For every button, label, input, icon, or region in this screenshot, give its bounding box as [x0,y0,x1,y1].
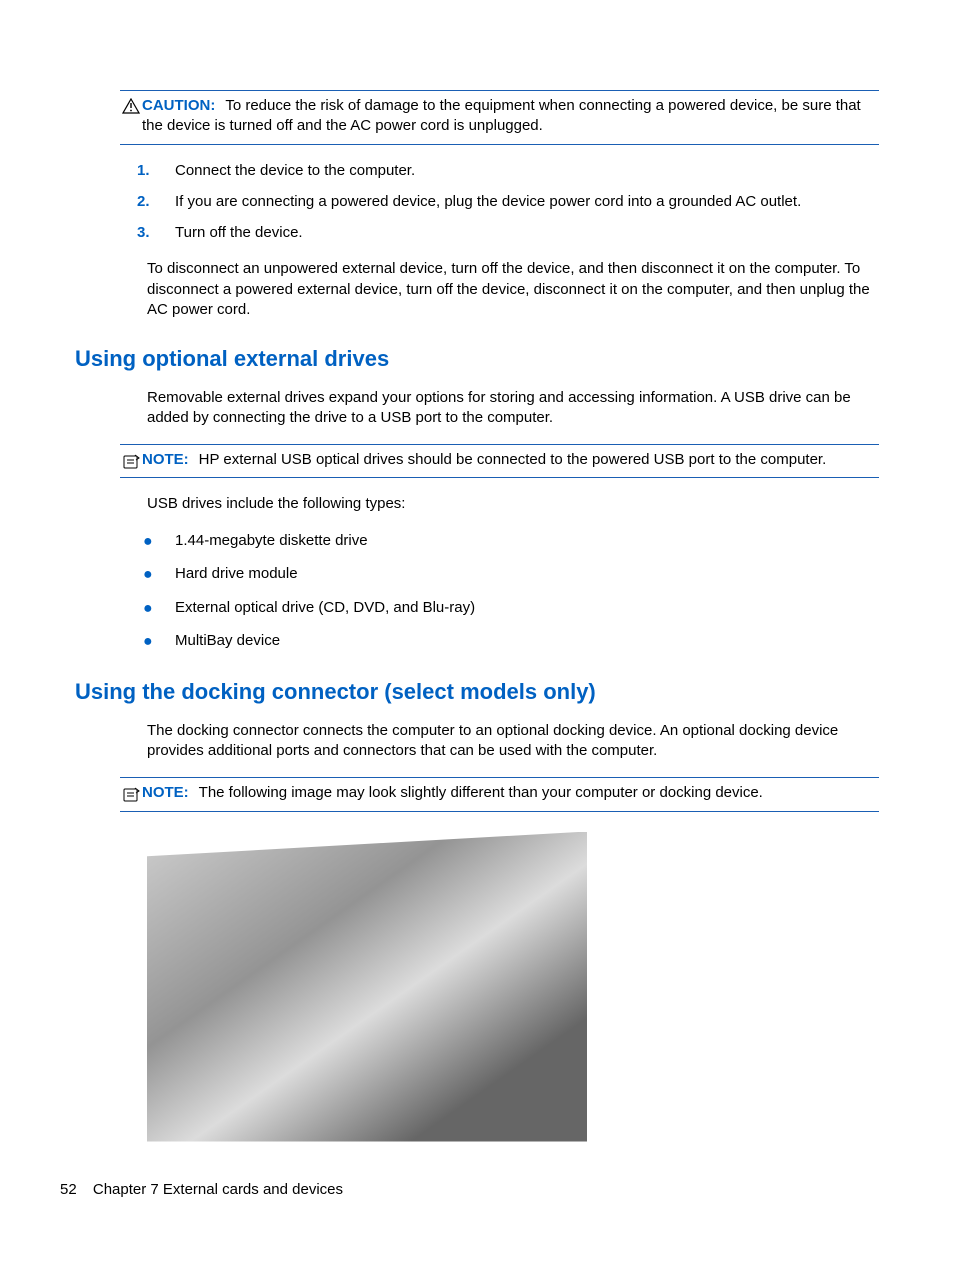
step-item: 2. If you are connecting a powered devic… [137,192,879,212]
step-number: 1. [137,161,175,181]
caution-icon [120,96,142,137]
step-text: If you are connecting a powered device, … [175,192,879,212]
bullet-icon: ● [139,598,175,620]
note-body-2: The following image may look slightly di… [199,784,763,801]
list-item-text: MultiBay device [175,631,879,653]
usb-types-intro: USB drives include the following types: [147,494,879,514]
note-label-2: NOTE: [142,784,189,801]
bullet-icon: ● [139,531,175,553]
page-number: 52 [60,1181,77,1198]
external-drives-paragraph: Removable external drives expand your op… [147,388,879,429]
page-footer: 52 Chapter 7 External cards and devices [60,1180,343,1200]
caution-text: CAUTION:To reduce the risk of damage to … [142,96,879,137]
step-text: Turn off the device. [175,223,879,243]
list-item-text: External optical drive (CD, DVD, and Blu… [175,598,879,620]
note-body: HP external USB optical drives should be… [199,451,827,468]
list-item: ● External optical drive (CD, DVD, and B… [139,598,879,620]
note-box: NOTE: HP external USB optical drives shou… [120,444,879,478]
step-number: 2. [137,192,175,212]
list-item-text: 1.44-megabyte diskette drive [175,531,879,553]
note-box-2: NOTE: The following image may look slight… [120,777,879,811]
steps-list: 1. Connect the device to the computer. 2… [147,161,879,244]
bullet-icon: ● [139,564,175,586]
usb-types-list: ● 1.44-megabyte diskette drive ● Hard dr… [147,531,879,653]
note-label: NOTE: [142,451,189,468]
step-item: 3. Turn off the device. [137,223,879,243]
list-item: ● Hard drive module [139,564,879,586]
docking-illustration [147,832,587,1142]
caution-label: CAUTION: [142,97,215,114]
list-item-text: Hard drive module [175,564,879,586]
bullet-icon: ● [139,631,175,653]
heading-docking-connector: Using the docking connector (select mode… [75,677,879,707]
step-number: 3. [137,223,175,243]
note-icon [120,783,142,803]
list-item: ● MultiBay device [139,631,879,653]
disconnect-paragraph: To disconnect an unpowered external devi… [147,259,879,320]
note-icon [120,450,142,470]
heading-external-drives: Using optional external drives [75,344,879,374]
step-item: 1. Connect the device to the computer. [137,161,879,181]
note-text-2: NOTE: The following image may look slight… [142,783,879,803]
caution-box: CAUTION:To reduce the risk of damage to … [120,90,879,145]
list-item: ● 1.44-megabyte diskette drive [139,531,879,553]
chapter-title: Chapter 7 External cards and devices [93,1181,343,1198]
step-text: Connect the device to the computer. [175,161,879,181]
caution-body: To reduce the risk of damage to the equi… [142,97,861,134]
note-text: NOTE: HP external USB optical drives shou… [142,450,879,470]
docking-paragraph: The docking connector connects the compu… [147,721,879,762]
